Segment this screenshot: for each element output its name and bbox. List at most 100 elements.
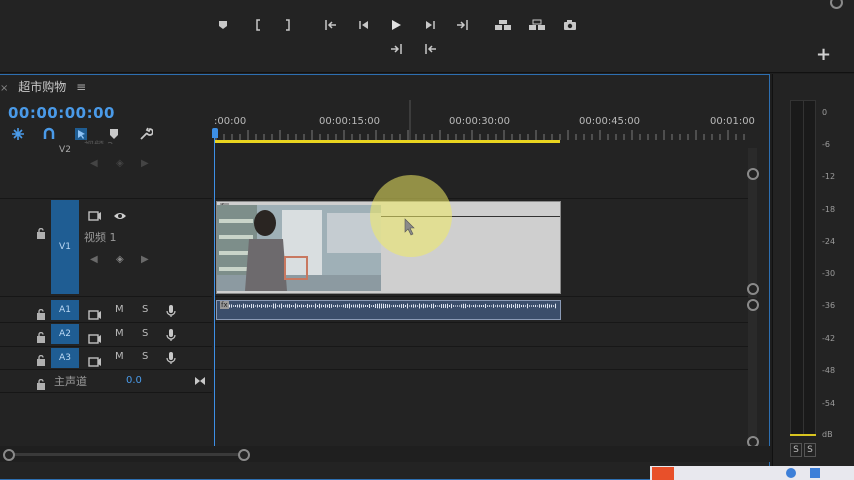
mute-button[interactable]: M: [115, 328, 124, 339]
master-volume-value[interactable]: 0.0: [126, 375, 142, 386]
track-name-v2: 视频 2: [84, 137, 114, 144]
sequence-tab-title: 超市购物: [18, 80, 67, 94]
ruler-label: :00:00: [214, 116, 247, 127]
track-divider: [0, 296, 212, 297]
timeline-zoom-scrollbar[interactable]: [0, 446, 770, 462]
playhead-line[interactable]: [214, 130, 215, 448]
play-icon[interactable]: [385, 16, 407, 34]
lock-icon[interactable]: [36, 328, 46, 347]
playhead-handle[interactable]: [212, 128, 218, 138]
solo-button[interactable]: S: [142, 304, 148, 315]
mark-in-icon[interactable]: [247, 16, 269, 34]
sync-lock-icon[interactable]: [88, 305, 102, 324]
sync-lock-icon[interactable]: [88, 352, 102, 371]
track-divider: [0, 198, 212, 199]
close-tab-icon[interactable]: ×: [0, 83, 8, 94]
program-monitor-controls: +: [0, 0, 854, 73]
linked-selection-icon[interactable]: [40, 126, 58, 142]
work-area-bar[interactable]: [215, 140, 560, 143]
zoom-handle-right[interactable]: [238, 449, 250, 461]
audio-meter-bar: [790, 100, 816, 436]
master-track-name: 主声道: [54, 375, 87, 388]
ruler-label: 00:00:30:00: [449, 116, 511, 127]
db-label: dB: [822, 430, 833, 439]
ruler-label: 00:00:15:00: [319, 116, 381, 127]
mute-button[interactable]: M: [115, 351, 124, 362]
track-divider: [215, 296, 748, 297]
track-label-a2[interactable]: A2: [51, 324, 79, 344]
playhead-timecode[interactable]: 00:00:00:00: [8, 104, 115, 122]
lock-icon[interactable]: [36, 351, 46, 370]
solo-right-button[interactable]: S: [804, 443, 816, 457]
db-label: -36: [822, 301, 836, 310]
tray-icon[interactable]: [810, 468, 820, 478]
marker-icon[interactable]: [212, 16, 234, 34]
track-divider: [215, 322, 748, 323]
track-label-a3[interactable]: A3: [51, 348, 79, 368]
toggle-output-eye-icon[interactable]: [113, 206, 127, 225]
go-to-next-edit-icon[interactable]: [194, 371, 206, 390]
solo-button[interactable]: S: [142, 351, 148, 362]
fx-badge[interactable]: fx: [220, 301, 229, 309]
insert-icon[interactable]: [386, 40, 408, 58]
next-keyframe-icon[interactable]: ▶: [141, 158, 149, 169]
monitor-scroll-handle[interactable]: [830, 0, 843, 9]
track-divider: [0, 322, 212, 323]
prev-keyframe-icon[interactable]: ◀: [90, 158, 98, 169]
db-label: -30: [822, 269, 836, 278]
wrench-icon[interactable]: [137, 126, 155, 142]
add-keyframe-icon[interactable]: ◈: [116, 254, 124, 265]
track-divider: [215, 198, 748, 199]
sequence-tab[interactable]: × 超市购物 ≡: [0, 78, 86, 96]
go-to-out-icon[interactable]: [451, 16, 473, 34]
tray-icon[interactable]: [786, 468, 796, 478]
toggle-sync-lock-icon[interactable]: [88, 206, 102, 225]
microphone-icon[interactable]: [166, 327, 176, 346]
overwrite-icon[interactable]: [419, 40, 441, 58]
step-back-icon[interactable]: [353, 16, 375, 34]
mouse-cursor-icon: [404, 218, 420, 242]
snap-icon[interactable]: [9, 126, 27, 142]
lock-icon[interactable]: [36, 305, 46, 324]
add-keyframe-icon[interactable]: ◈: [116, 158, 124, 169]
db-label: -54: [822, 399, 836, 408]
track-label-v2[interactable]: V2: [51, 142, 79, 158]
track-label-v1[interactable]: V1: [51, 200, 79, 294]
lock-icon[interactable]: [36, 375, 46, 394]
scroll-handle[interactable]: [747, 299, 759, 311]
track-name-v1: 视频 1: [84, 231, 117, 244]
cursor-highlight: [370, 175, 452, 257]
track-label-a1[interactable]: A1: [51, 300, 79, 320]
ruler-label: 00:01:00: [710, 116, 755, 127]
lock-icon[interactable]: [36, 224, 46, 243]
meter-level-indicator: [790, 434, 816, 436]
export-frame-icon[interactable]: [559, 16, 581, 34]
lift-icon[interactable]: [492, 16, 514, 34]
next-keyframe-icon[interactable]: ▶: [141, 254, 149, 265]
db-label: -48: [822, 366, 836, 375]
microphone-icon[interactable]: [166, 303, 176, 322]
panel-menu-icon[interactable]: ≡: [76, 80, 86, 94]
scroll-handle[interactable]: [747, 283, 759, 295]
audio-tracks-scrollbar[interactable]: [748, 300, 757, 446]
track-divider: [0, 392, 212, 393]
ruler-label: 00:00:45:00: [579, 116, 641, 127]
step-forward-icon[interactable]: [419, 16, 441, 34]
clip-thumbnail: [217, 205, 381, 291]
solo-left-button[interactable]: S: [790, 443, 802, 457]
go-to-in-icon[interactable]: [320, 16, 342, 34]
microphone-icon[interactable]: [166, 350, 176, 369]
db-label: -12: [822, 172, 836, 181]
zoom-handle-left[interactable]: [3, 449, 15, 461]
solo-button[interactable]: S: [142, 328, 148, 339]
extract-icon[interactable]: [526, 16, 548, 34]
add-button-icon[interactable]: +: [816, 44, 831, 65]
audio-clip[interactable]: [216, 300, 561, 320]
prev-keyframe-icon[interactable]: ◀: [90, 254, 98, 265]
db-label: -24: [822, 237, 836, 246]
sync-lock-icon[interactable]: [88, 329, 102, 348]
mute-button[interactable]: M: [115, 304, 124, 315]
scroll-handle[interactable]: [747, 168, 759, 180]
mark-out-icon[interactable]: [277, 16, 299, 34]
input-method-icon[interactable]: [652, 467, 674, 480]
